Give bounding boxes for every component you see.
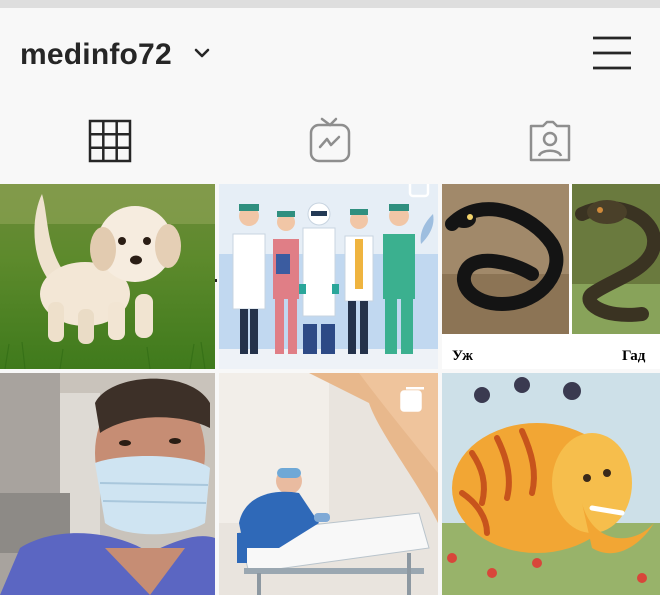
elephant-painting [442,373,660,595]
snake-label-right: Гад [622,348,646,364]
post-thumbnail-puppy[interactable] [0,184,215,369]
profile-tabs [0,98,660,282]
multiple-photos-icon [408,184,430,198]
post-thumbnail-elephant[interactable] [442,373,660,595]
post-thumbnail-nurse[interactable] [219,373,438,595]
profile-header: medinfo72 [0,8,660,98]
status-strip [0,0,660,8]
post-thumbnail-medical-staff[interactable] [219,184,438,369]
post-thumbnail-doctor[interactable] [0,373,215,595]
tab-grid[interactable] [0,98,220,184]
puppy-photo [0,184,215,369]
igtv-icon [309,117,351,163]
username-title[interactable]: medinfo72 [20,38,172,72]
tab-tagged[interactable] [440,98,660,184]
hamburger-menu-icon[interactable] [590,34,634,72]
tab-igtv[interactable] [220,98,440,184]
posts-grid: Уж Гад [0,184,660,595]
chevron-down-icon[interactable] [193,46,211,60]
snake-label-left: Уж [452,348,473,364]
doctor-photo [0,373,215,595]
snakes-photo: Уж Гад [442,184,660,369]
multiple-photos-icon [400,387,424,412]
tagged-user-icon [529,120,571,162]
grid-icon [88,119,132,163]
post-thumbnail-snakes[interactable]: Уж Гад [442,184,660,369]
